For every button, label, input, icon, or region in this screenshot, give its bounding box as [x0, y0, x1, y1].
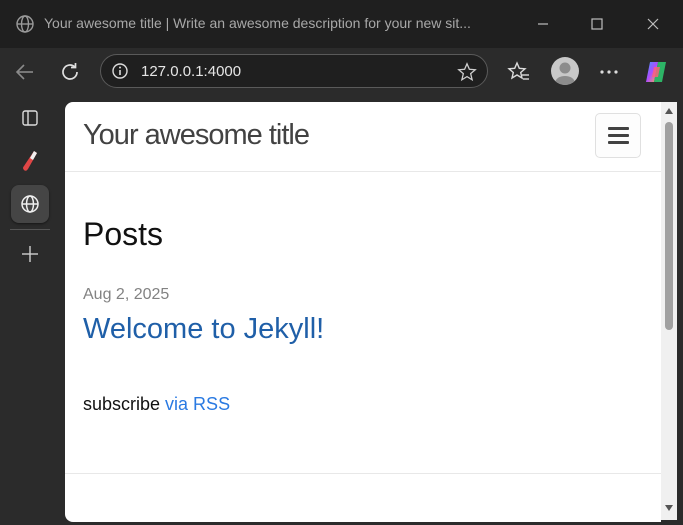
site-title-link[interactable]: Your awesome title — [83, 119, 310, 152]
hamburger-icon-bar — [608, 134, 629, 137]
minimize-icon[interactable] — [531, 12, 555, 36]
refresh-icon[interactable] — [58, 60, 82, 84]
more-icon[interactable] — [597, 60, 621, 84]
close-icon[interactable] — [641, 12, 665, 36]
hamburger-menu-button[interactable] — [595, 113, 641, 158]
post-title-link[interactable]: Welcome to Jekyll! — [83, 313, 324, 346]
labs-flask-icon — [23, 151, 37, 171]
scroll-thumb[interactable] — [665, 122, 673, 330]
back-icon[interactable] — [13, 60, 37, 84]
footer-divider — [65, 473, 661, 474]
tab-actions-button[interactable] — [11, 99, 49, 137]
subscribe-text: subscribe — [83, 394, 166, 414]
info-icon[interactable] — [111, 62, 129, 80]
favorites-icon[interactable] — [507, 60, 531, 84]
title-bar: Your awesome title | Write an awesome de… — [0, 0, 683, 48]
page-viewport: Your awesome title Posts Aug 2, 2025 Wel… — [65, 102, 661, 522]
subscribe-line: subscribe via RSS — [83, 394, 230, 415]
new-tab-button[interactable] — [11, 235, 49, 273]
add-icon — [22, 246, 38, 262]
globe-tab-icon — [21, 195, 39, 213]
hamburger-icon-bar — [608, 141, 629, 144]
page-scrollbar[interactable] — [661, 102, 677, 520]
post-date: Aug 2, 2025 — [83, 286, 170, 303]
scroll-up-arrow-icon[interactable] — [664, 106, 674, 116]
person-icon — [555, 62, 575, 85]
posts-heading: Posts — [83, 216, 164, 252]
labs-tab[interactable] — [11, 142, 49, 180]
tab-actions-icon — [22, 110, 38, 126]
copilot-icon[interactable] — [643, 59, 669, 85]
favorite-star-icon[interactable] — [456, 61, 478, 83]
vertical-tabs-sidebar — [0, 96, 60, 525]
rss-link[interactable]: via RSS — [165, 394, 230, 414]
maximize-icon[interactable] — [585, 12, 609, 36]
scroll-down-arrow-icon[interactable] — [664, 503, 674, 513]
hamburger-icon-bar — [608, 127, 629, 130]
url-text[interactable]: 127.0.0.1:4000 — [141, 63, 241, 80]
globe-icon — [16, 15, 34, 33]
address-bar[interactable]: 127.0.0.1:4000 — [100, 54, 488, 88]
sidebar-divider — [10, 229, 50, 230]
window-title: Your awesome title | Write an awesome de… — [44, 15, 471, 31]
site-header: Your awesome title — [65, 102, 661, 172]
browser-toolbar: 127.0.0.1:4000 — [0, 48, 683, 96]
active-tab[interactable] — [11, 185, 49, 223]
profile-avatar[interactable] — [551, 57, 579, 85]
